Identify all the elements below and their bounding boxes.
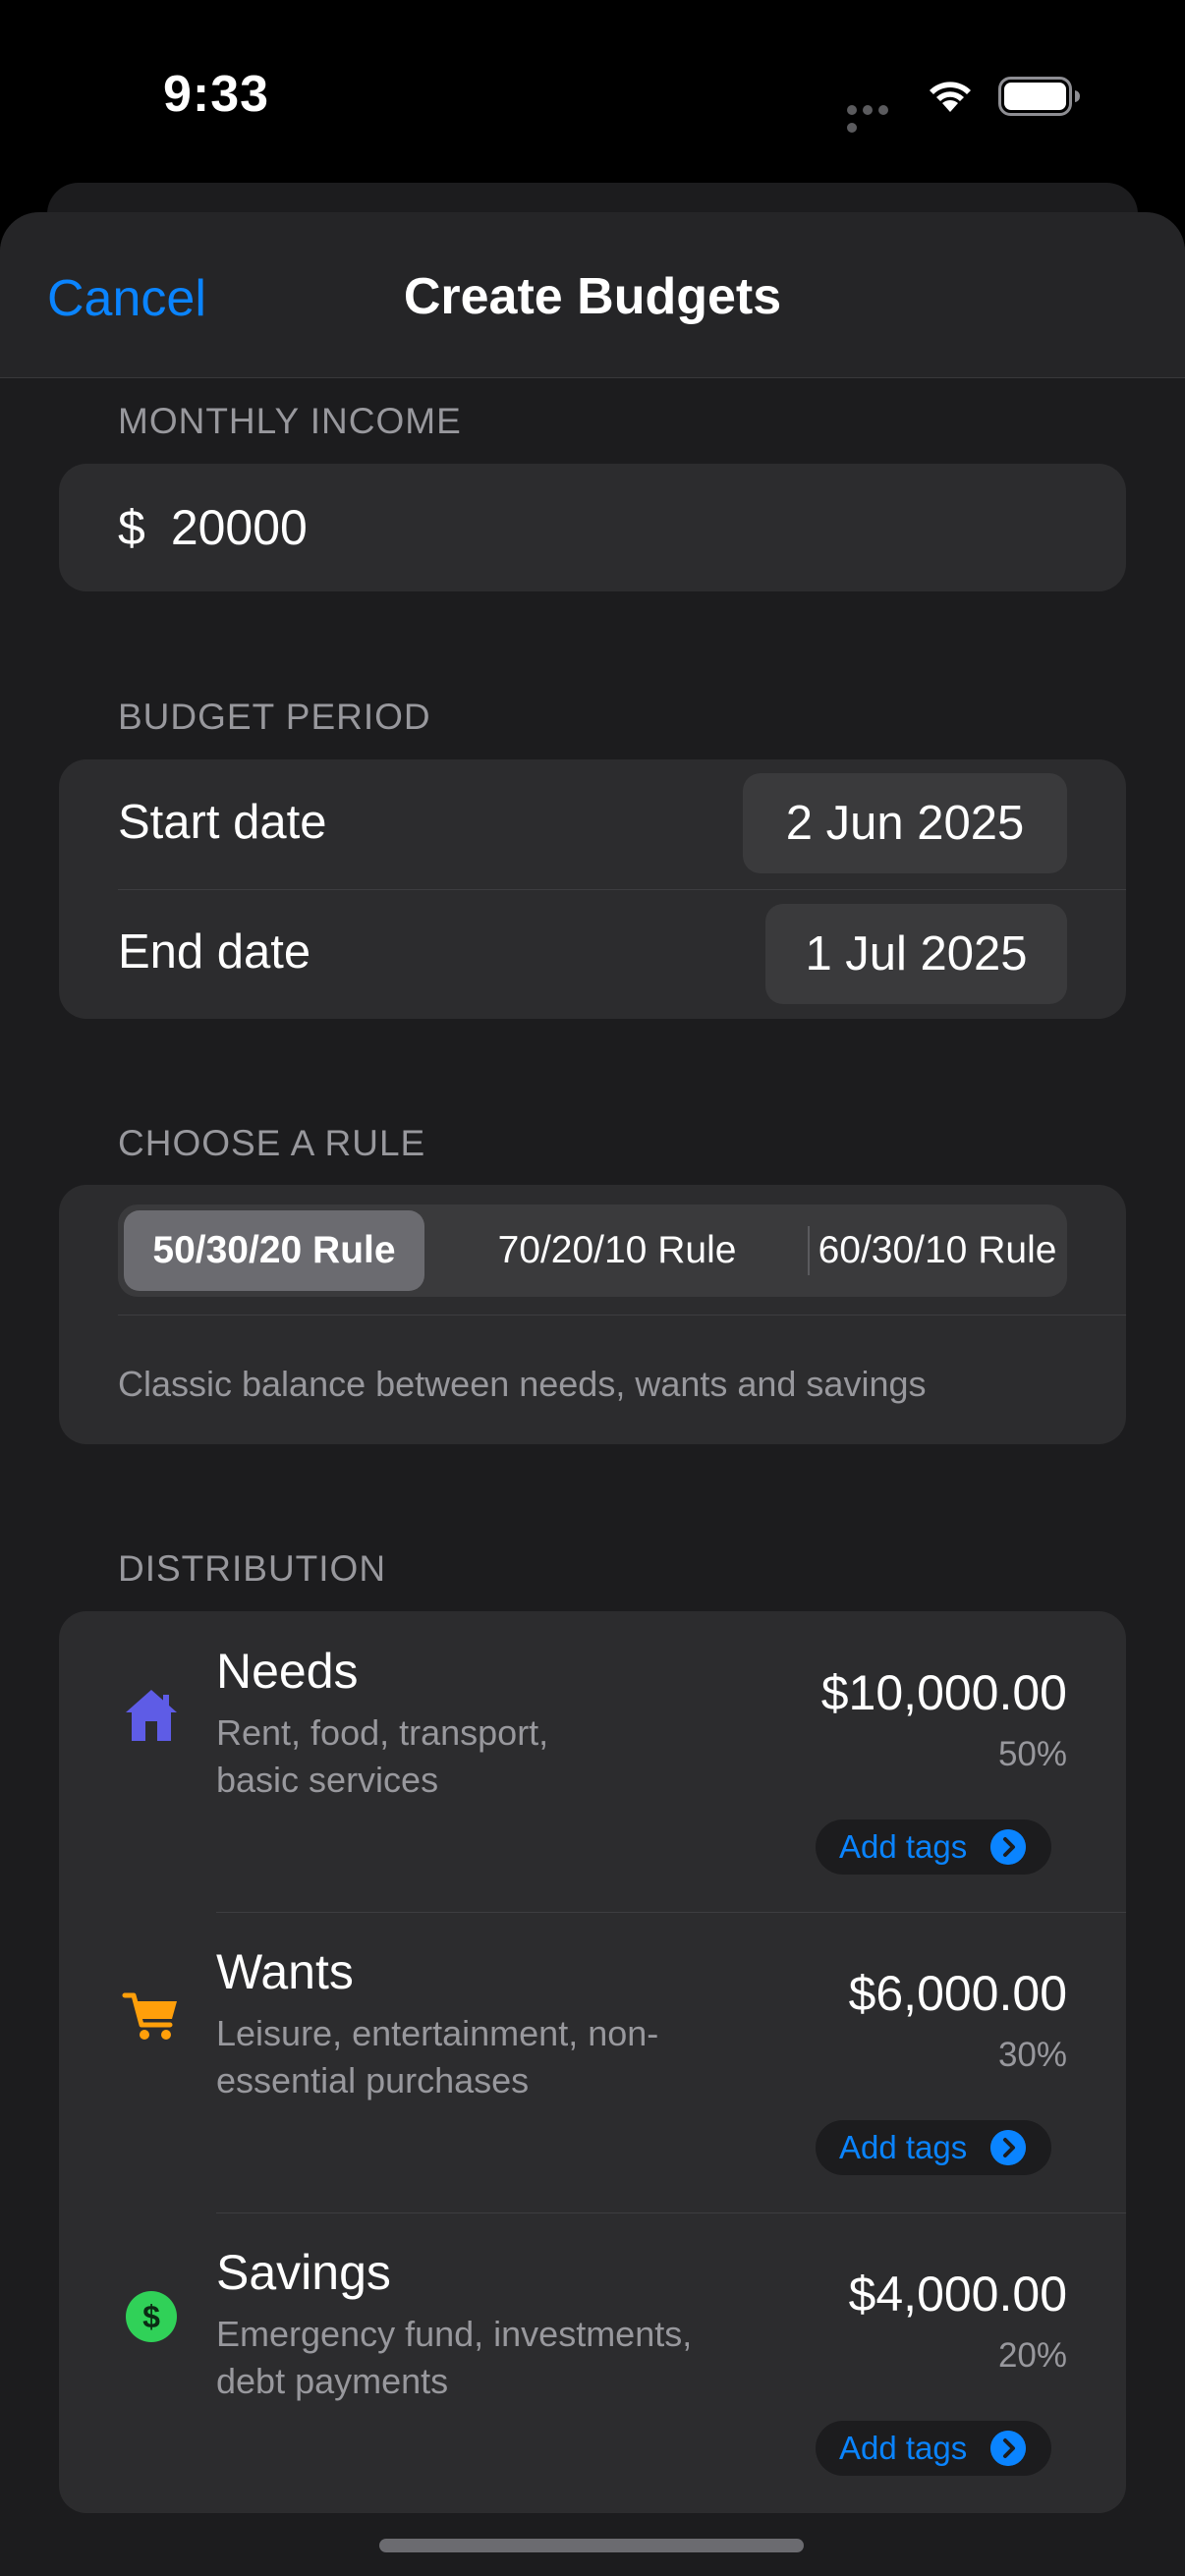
rule-description: Classic balance between needs, wants and… [118,1364,927,1404]
wants-amount: $6,000.00 [848,1966,1067,2021]
dollar-circle-icon: $ [126,2291,177,2342]
needs-title: Needs [216,1644,359,1699]
svg-text:$: $ [142,2299,160,2334]
create-budgets-sheet: Cancel Create Budgets MONTHLY INCOME $20… [0,212,1185,2576]
wants-percent: 30% [997,2036,1067,2074]
savings-description-line: Emergency fund, investments, [216,2314,693,2354]
end-date-label: End date [118,925,311,979]
needs-description-line: Rent, food, transport, [216,1712,549,1753]
signal-dots-icon [847,102,908,133]
divider [118,889,1126,890]
page-title: Create Budgets [403,268,782,325]
wants-description-line: Leisure, entertainment, non- [216,2013,659,2053]
start-date-label: Start date [118,796,327,849]
status-time: 9:33 [163,66,270,123]
distribution-row-needs: Needs Rent, food, transport, basic servi… [59,1611,1126,1912]
navigation-bar: Cancel Create Budgets [0,212,1185,378]
savings-description-line: debt payments [216,2361,449,2401]
income-value: 20000 [170,500,308,555]
currency-symbol: $ [118,500,145,555]
wifi-icon [930,82,971,112]
monthly-income-label: MONTHLY INCOME [118,401,462,441]
house-icon [126,1690,177,1741]
distribution-label: DISTRIBUTION [118,1548,387,1589]
add-tags-label: Add tags [839,2430,968,2466]
chevron-right-icon [990,2130,1026,2165]
savings-amount: $4,000.00 [848,2267,1067,2322]
budget-period-card: Start date 2 Jun 2025 End date 1 Jul 202… [59,759,1126,1019]
segment-70-20-10[interactable]: 70/20/10 Rule [430,1210,804,1291]
cart-icon [122,1992,177,2040]
needs-description-line: basic services [216,1760,439,1800]
segment-60-30-10[interactable]: 60/30/10 Rule [812,1210,1063,1291]
start-date-picker[interactable]: 2 Jun 2025 [743,773,1067,873]
chevron-right-icon [990,1829,1026,1865]
savings-add-tags-button[interactable]: Add tags [816,2421,1051,2476]
savings-percent: 20% [997,2336,1067,2375]
add-tags-label: Add tags [839,1828,968,1865]
wants-description: Leisure, entertainment, non- essential p… [216,2010,766,2104]
budget-period-label: BUDGET PERIOD [118,697,431,737]
add-tags-label: Add tags [839,2129,968,2165]
needs-description: Rent, food, transport, basic services [216,1709,766,1804]
savings-description: Emergency fund, investments, debt paymen… [216,2311,766,2405]
battery-icon [998,77,1080,116]
savings-title: Savings [216,2245,391,2300]
wants-title: Wants [216,1944,354,1999]
choose-rule-label: CHOOSE A RULE [118,1123,426,1163]
distribution-row-wants: Wants Leisure, entertainment, non- essen… [59,1912,1126,2212]
income-field[interactable]: $20000 [118,499,308,556]
wants-description-line: essential purchases [216,2060,530,2100]
segment-separator [808,1226,810,1275]
status-bar: 9:33 [0,0,1185,187]
rule-segmented-control: 50/30/20 Rule 70/20/10 Rule 60/30/10 Rul… [118,1204,1067,1297]
chevron-right-icon [990,2431,1026,2466]
segment-50-30-20[interactable]: 50/30/20 Rule [124,1210,424,1291]
needs-add-tags-button[interactable]: Add tags [816,1820,1051,1875]
income-card[interactable]: $20000 [59,464,1126,591]
needs-percent: 50% [997,1735,1067,1773]
wants-add-tags-button[interactable]: Add tags [816,2120,1051,2175]
distribution-row-savings: $ Savings Emergency fund, investments, d… [59,2212,1126,2513]
home-indicator[interactable] [379,2539,804,2552]
divider [118,1315,1126,1316]
rule-card: 50/30/20 Rule 70/20/10 Rule 60/30/10 Rul… [59,1185,1126,1444]
end-date-picker[interactable]: 1 Jul 2025 [765,904,1067,1004]
distribution-card: Needs Rent, food, transport, basic servi… [59,1611,1126,2513]
needs-amount: $10,000.00 [820,1665,1067,1720]
